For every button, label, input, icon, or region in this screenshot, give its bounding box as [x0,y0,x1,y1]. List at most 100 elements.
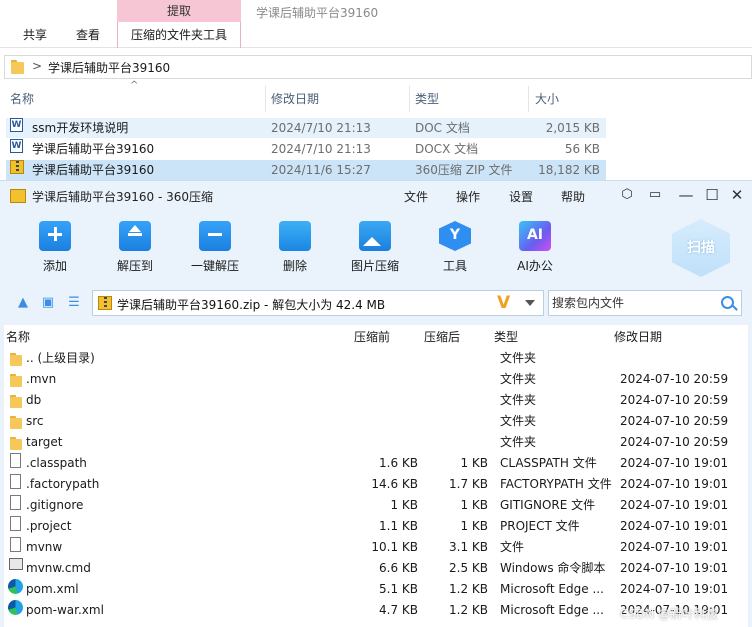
entry-name: .classpath [26,456,87,470]
chevron-down-icon[interactable] [525,300,535,306]
edge-icon [8,600,23,615]
entry-type: Windows 命令脚本 [500,561,606,575]
delete-button[interactable]: 删除 [260,221,330,277]
thumbnail-view-icon[interactable]: ▣ [40,295,56,311]
file-icon [10,474,21,489]
tools-icon [439,221,471,251]
column-header-before[interactable]: 压缩前 [354,328,390,345]
up-level-icon[interactable]: ▲ [15,295,31,311]
address-bar[interactable]: > 学课后辅助平台39160 [4,55,752,79]
entry-modified: 2024-07-10 20:59 [620,414,729,428]
archive-row[interactable]: .project 1.1 KB 1 KB PROJECT 文件 2024-07-… [4,516,748,537]
entry-name: .gitignore [26,498,84,512]
file-size: 56 KB [564,142,600,156]
column-header-name[interactable]: 名称 [6,328,30,345]
minimize-icon[interactable]: — [677,186,695,204]
image-compress-button[interactable]: 图片压缩 [340,221,410,277]
archive-row[interactable]: .factorypath 14.6 KB 1.7 KB FACTORYPATH … [4,474,748,495]
scan-button[interactable]: 扫描 [672,219,730,277]
ai-office-icon [519,221,551,251]
archive-row[interactable]: target 文件夹 2024-07-10 20:59 [4,432,748,453]
close-icon[interactable]: ✕ [728,186,746,204]
entry-type: 文件夹 [500,414,537,428]
menu-file[interactable]: 文件 [404,188,428,205]
archive-row[interactable]: .mvn 文件夹 2024-07-10 20:59 [4,369,748,390]
menu-settings[interactable]: 设置 [509,188,533,205]
column-header-modified[interactable]: 修改日期 [614,328,662,345]
maximize-icon[interactable]: ☐ [703,186,721,204]
tab-share[interactable]: 共享 [23,22,47,48]
file-modified: 2024/7/10 21:13 [271,142,371,156]
one-click-extract-button[interactable]: 一键解压 [180,221,250,277]
column-header-after[interactable]: 压缩后 [424,328,460,345]
archive-row[interactable]: db 文件夹 2024-07-10 20:59 [4,390,748,411]
trash-icon [279,221,311,251]
entry-modified: 2024-07-10 19:01 [620,498,729,512]
archive-row[interactable]: src 文件夹 2024-07-10 20:59 [4,411,748,432]
v-logo-icon[interactable]: V [497,293,510,313]
folder-icon [10,374,22,387]
menu-help[interactable]: 帮助 [561,188,585,205]
zip-archive-icon [10,160,24,174]
archive-row[interactable]: .. (上级目录) 文件夹 [4,348,748,369]
archive-row[interactable]: pom.xml 5.1 KB 1.2 KB Microsoft Edge ...… [4,579,748,600]
entry-modified: 2024-07-10 20:59 [620,372,729,386]
file-row-selected[interactable]: 学课后辅助平台39160 2024/11/6 15:27 360压缩 ZIP 文… [6,160,606,180]
archive-row[interactable]: mvnw 10.1 KB 3.1 KB 文件 2024-07-10 19:01 [4,537,748,558]
extract-to-label: 解压到 [116,259,153,273]
list-view-icon[interactable]: ☰ [66,295,82,311]
entry-size-after: 1 KB [460,456,488,470]
skin-icon[interactable]: ⬡ [618,186,636,204]
file-size: 18,182 KB [538,163,600,177]
file-row[interactable]: W 学课后辅助平台39160 2024/7/10 21:13 DOCX 文档 5… [6,139,606,159]
archive-row[interactable]: .gitignore 1 KB 1 KB GITIGNORE 文件 2024-0… [4,495,748,516]
entry-modified: 2024-07-10 20:59 [620,435,729,449]
archive-path-box[interactable]: 学课后辅助平台39160.zip - 解包大小为 42.4 MB V [92,290,544,316]
file-name: 学课后辅助平台39160 [32,163,155,177]
tab-view[interactable]: 查看 [76,22,100,48]
column-divider[interactable] [409,86,410,112]
file-row[interactable]: W ssm开发环境说明 2024/7/10 21:13 DOC 文档 2,015… [6,118,606,138]
column-header-modified[interactable]: 修改日期 [271,86,319,112]
context-tab-header[interactable]: 提取 [117,0,241,22]
archive-file-list[interactable]: 名称 压缩前 压缩后 类型 修改日期 .. (上级目录) 文件夹 .mvn 文件… [4,325,748,627]
column-header-type[interactable]: 类型 [494,328,518,345]
archive-search-box[interactable] [548,290,742,316]
tab-compressed-folder-tools[interactable]: 压缩的文件夹工具 [117,22,241,48]
tools-button[interactable]: 工具 [420,221,490,277]
ai-office-button[interactable]: AI办公 [500,221,570,277]
archive-search-input[interactable] [552,295,712,311]
column-header-size[interactable]: 大小 [535,86,559,112]
entry-size-after: 3.1 KB [449,540,488,554]
breadcrumb-folder[interactable]: 学课后辅助平台39160 [48,59,170,76]
entry-type: 文件夹 [500,372,537,386]
column-divider[interactable] [265,86,266,112]
archive-row[interactable]: mvnw.cmd 6.6 KB 2.5 KB Windows 命令脚本 2024… [4,558,748,579]
archive-row[interactable]: .classpath 1.6 KB 1 KB CLASSPATH 文件 2024… [4,453,748,474]
explorer-ribbon: 提取 学课后辅助平台39160 共享 查看 压缩的文件夹工具 [0,0,752,48]
column-header-name[interactable]: 名称 [10,86,34,112]
tools-label: 工具 [442,259,467,273]
zip-nav-bar: ▲ ▣ ☰ 学课后辅助平台39160.zip - 解包大小为 42.4 MB V [0,287,752,319]
file-type: 360压缩 ZIP 文件 [415,163,513,177]
entry-modified: 2024-07-10 20:59 [620,393,729,407]
folder-icon [10,416,22,429]
search-icon[interactable] [721,296,734,309]
menu-operation[interactable]: 操作 [456,188,480,205]
column-header-type[interactable]: 类型 [415,86,439,112]
entry-modified: 2024-07-10 19:01 [620,519,729,533]
file-modified: 2024/11/6 15:27 [271,163,371,177]
folder-icon [11,60,24,74]
extract-to-button[interactable]: 解压到 [100,221,170,277]
feedback-icon[interactable]: ▭ [646,186,664,204]
entry-size-before: 6.6 KB [379,561,418,575]
add-button[interactable]: 添加 [20,221,90,277]
entry-size-after: 1 KB [460,498,488,512]
entry-type: CLASSPATH 文件 [500,456,597,470]
zip-title-bar[interactable]: 学课后辅助平台39160 - 360压缩 文件 操作 设置 帮助 ⬡ ▭ — ☐… [0,181,752,211]
column-divider[interactable] [528,86,529,112]
entry-name: .factorypath [26,477,100,491]
file-type: DOCX 文档 [415,142,479,156]
file-name: ssm开发环境说明 [32,121,129,135]
entry-size-after: 1.2 KB [449,603,488,617]
